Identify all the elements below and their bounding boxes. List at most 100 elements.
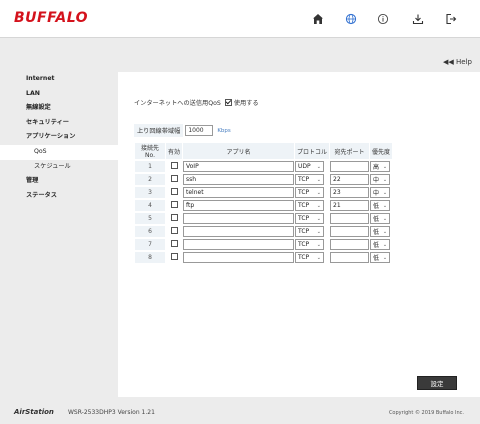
row-enable-checkbox[interactable] (170, 240, 178, 247)
sidebar-item-security[interactable]: セキュリティー (0, 116, 118, 131)
buffalo-logo[interactable]: BUFFALO (14, 10, 88, 26)
globe-icon[interactable] (341, 9, 361, 29)
logout-icon[interactable] (441, 9, 461, 29)
priority-select[interactable]: 低 ⌄ (370, 226, 391, 237)
table-row: 3 telnet TCP ⌄ 23 中 ⌄ (135, 187, 392, 198)
row-priority-cell: 中 ⌄ (370, 187, 392, 198)
download-icon[interactable] (408, 9, 428, 29)
app-name-input[interactable] (183, 252, 294, 263)
sidebar-item-internet[interactable]: Internet (0, 72, 118, 87)
dest-port-input[interactable] (330, 161, 370, 172)
dest-port-input[interactable]: 21 (330, 200, 370, 211)
chevron-down-icon: ⌄ (382, 176, 388, 183)
sidebar-item-status[interactable]: ステータス (0, 189, 118, 204)
qos-label: インターネットへの送信用QoS (134, 100, 221, 107)
table-row: 6 TCP ⌄ 低 ⌄ (135, 226, 392, 237)
row-protocol-cell: TCP ⌄ (295, 226, 329, 237)
priority-value: 低 (373, 229, 380, 236)
protocol-select[interactable]: TCP ⌄ (295, 226, 324, 237)
row-number: 4 (135, 200, 165, 211)
protocol-select[interactable]: TCP ⌄ (295, 239, 324, 250)
chevron-down-icon: ⌄ (382, 215, 388, 222)
row-app-cell (183, 213, 294, 224)
protocol-select[interactable]: TCP ⌄ (295, 252, 324, 263)
row-enable-checkbox[interactable] (170, 201, 178, 208)
row-port-cell (330, 239, 370, 250)
save-button[interactable]: 設定 (417, 376, 457, 390)
chevron-down-icon: ⌄ (382, 163, 388, 170)
sidebar-item-qos[interactable]: QoS (0, 144, 118, 160)
priority-select[interactable]: 中 ⌄ (370, 187, 391, 198)
row-enable-checkbox[interactable] (170, 253, 178, 260)
row-enable-checkbox[interactable] (170, 175, 178, 182)
dest-port-input[interactable] (330, 213, 370, 224)
protocol-value: TCP (298, 202, 310, 209)
app-name-input[interactable]: ftp (183, 200, 294, 211)
chevron-down-icon: ⌄ (382, 202, 388, 209)
col-header-port: 宛先ポート (330, 143, 370, 159)
protocol-select[interactable]: TCP ⌄ (295, 187, 324, 198)
priority-value: 低 (373, 242, 380, 249)
col-header-priority: 優先度 (370, 143, 393, 159)
protocol-select[interactable]: TCP ⌄ (295, 200, 324, 211)
priority-select[interactable]: 中 ⌄ (370, 174, 391, 185)
app-name-input[interactable]: VoIP (183, 161, 294, 172)
content-panel: インターネットへの送信用QoS 使用する 上り回線帯域幅 1000 Kbps 接… (118, 72, 480, 397)
col-header-protocol: プロトコル (295, 143, 330, 159)
sidebar-item-lan[interactable]: LAN (0, 87, 118, 102)
row-port-cell: 22 (330, 174, 370, 185)
app-name-input[interactable] (183, 239, 294, 250)
qos-enable-checkbox[interactable] (224, 99, 232, 106)
priority-select[interactable]: 低 ⌄ (370, 239, 391, 250)
dest-port-input[interactable] (330, 252, 370, 263)
col-header-no: 接続先No. (135, 143, 165, 159)
help-link[interactable]: ◀◀ Help (443, 58, 472, 66)
protocol-value: TCP (298, 189, 310, 196)
protocol-select[interactable]: TCP ⌄ (295, 174, 324, 185)
row-port-cell: 23 (330, 187, 370, 198)
app-name-input[interactable]: telnet (183, 187, 294, 198)
sidebar-item-wireless[interactable]: 無線設定 (0, 101, 118, 116)
dest-port-input[interactable] (330, 239, 370, 250)
row-priority-cell: 低 ⌄ (370, 226, 392, 237)
chevron-down-icon: ⌄ (382, 241, 388, 248)
row-app-cell: VoIP (183, 161, 294, 172)
row-number: 5 (135, 213, 165, 224)
row-enable-checkbox[interactable] (170, 227, 178, 234)
info-icon[interactable] (373, 9, 393, 29)
row-priority-cell: 高 ⌄ (370, 161, 392, 172)
row-priority-cell: 低 ⌄ (370, 239, 392, 250)
protocol-select[interactable]: TCP ⌄ (295, 213, 324, 224)
dest-port-input[interactable] (330, 226, 370, 237)
priority-select[interactable]: 低 ⌄ (370, 200, 391, 211)
sidebar-item-schedule[interactable]: スケジュール (0, 160, 118, 175)
sidebar-item-application[interactable]: アプリケーション (0, 130, 118, 145)
home-icon[interactable] (308, 9, 328, 29)
priority-select[interactable]: 低 ⌄ (370, 213, 391, 224)
dest-port-input[interactable]: 22 (330, 174, 370, 185)
app-name-input[interactable] (183, 226, 294, 237)
row-enable-checkbox[interactable] (170, 188, 178, 195)
protocol-value: TCP (298, 241, 310, 248)
priority-value: 低 (373, 255, 380, 262)
table-row: 7 TCP ⌄ 低 ⌄ (135, 239, 392, 250)
app-name-input[interactable]: ssh (183, 174, 294, 185)
dest-port-input[interactable]: 23 (330, 187, 370, 198)
row-port-cell (330, 252, 370, 263)
priority-select[interactable]: 高 ⌄ (370, 161, 391, 172)
sidebar-item-admin[interactable]: 管理 (0, 174, 118, 189)
table-row: 4 ftp TCP ⌄ 21 低 ⌄ (135, 200, 392, 211)
row-protocol-cell: TCP ⌄ (295, 213, 329, 224)
app-name-input[interactable] (183, 213, 294, 224)
protocol-select[interactable]: UDP ⌄ (295, 161, 324, 172)
row-enable-checkbox[interactable] (170, 162, 178, 169)
row-enable-cell (166, 187, 182, 198)
priority-select[interactable]: 低 ⌄ (370, 252, 391, 263)
chevron-down-icon: ⌄ (316, 241, 321, 248)
row-enable-cell (166, 239, 182, 250)
table-row: 2 ssh TCP ⌄ 22 中 ⌄ (135, 174, 392, 185)
row-app-cell (183, 252, 294, 263)
bandwidth-input[interactable]: 1000 (185, 125, 214, 136)
chevron-down-icon: ⌄ (316, 215, 321, 222)
row-enable-checkbox[interactable] (170, 214, 178, 221)
